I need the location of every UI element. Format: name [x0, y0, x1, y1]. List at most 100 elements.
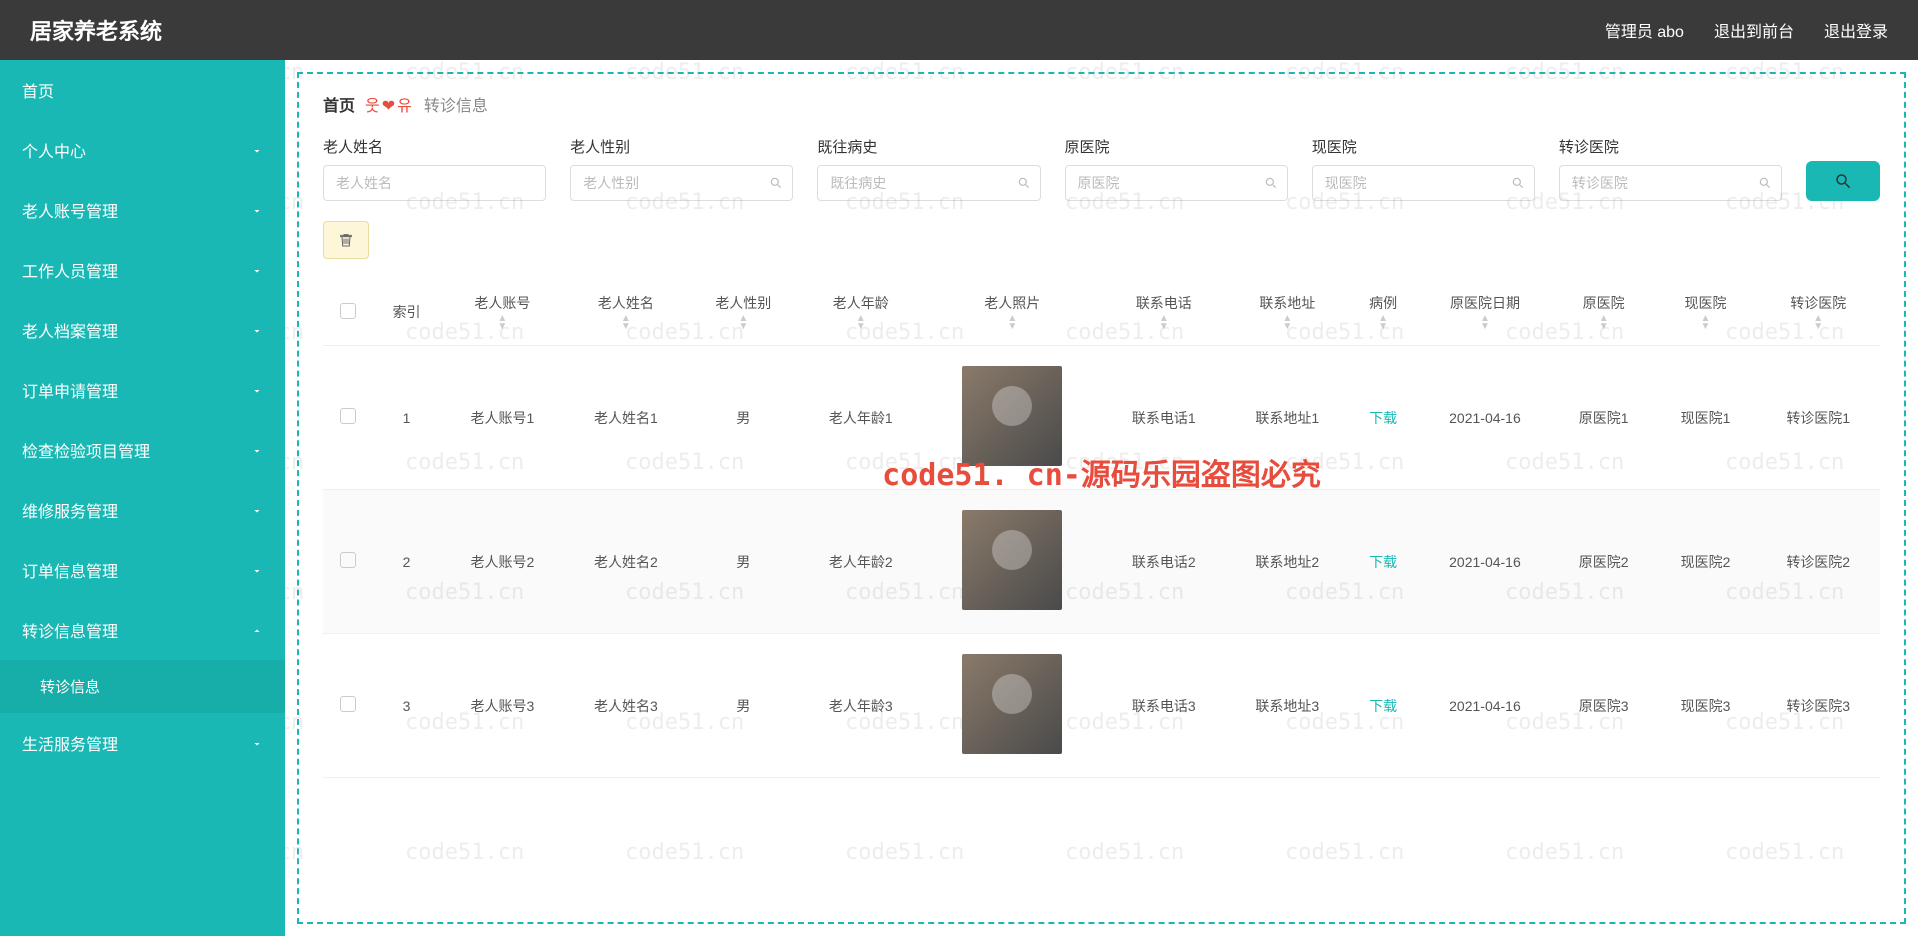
sidebar-item-1[interactable]: 个人中心: [0, 120, 285, 180]
sort-icon: ▲▼: [1357, 315, 1409, 331]
column-header-2[interactable]: 老人账号▲▼: [441, 279, 565, 346]
column-header-1: 索引: [373, 279, 441, 346]
sort-icon: ▲▼: [449, 315, 557, 331]
sidebar-item-4[interactable]: 老人档案管理: [0, 300, 285, 360]
download-link[interactable]: 下载: [1369, 554, 1397, 570]
chevron-down-icon: [251, 444, 263, 456]
search-icon: [1264, 176, 1278, 190]
admin-label[interactable]: 管理员 abo: [1605, 18, 1684, 42]
sidebar-item-6[interactable]: 检查检验项目管理: [0, 420, 285, 480]
sidebar-item-5[interactable]: 订单申请管理: [0, 360, 285, 420]
search-button[interactable]: [1806, 161, 1880, 201]
breadcrumb: 首页 웃❤유 转诊信息: [323, 92, 1880, 116]
elder-photo: [962, 654, 1062, 754]
search-icon: [1834, 172, 1852, 190]
sidebar-item-label: 订单申请管理: [22, 378, 118, 402]
search-icon: [769, 176, 783, 190]
sidebar-item-10[interactable]: 生活服务管理: [0, 713, 285, 773]
sidebar-item-label: 老人账号管理: [22, 198, 118, 222]
sidebar-item-7[interactable]: 维修服务管理: [0, 480, 285, 540]
sidebar-item-label: 订单信息管理: [22, 558, 118, 582]
column-header-9[interactable]: 病例▲▼: [1349, 279, 1417, 346]
filter-label-3: 原医院: [1065, 136, 1288, 157]
sidebar-item-label: 检查检验项目管理: [22, 438, 150, 462]
sidebar-item-0[interactable]: 首页: [0, 60, 285, 120]
filter-input-3[interactable]: [1065, 165, 1288, 201]
filter-bar: 老人姓名老人性别既往病史原医院现医院转诊医院: [323, 136, 1880, 201]
filter-input-4[interactable]: [1312, 165, 1535, 201]
chevron-down-icon: [251, 204, 263, 216]
delete-button[interactable]: [323, 221, 369, 259]
column-header-13[interactable]: 转诊医院▲▼: [1756, 279, 1880, 346]
sidebar-subitem-9-0[interactable]: 转诊信息: [0, 660, 285, 713]
table-row: 2老人账号2老人姓名2男老人年龄2联系电话2联系地址2下载2021-04-16原…: [323, 490, 1880, 634]
select-all-checkbox[interactable]: [340, 303, 356, 319]
filter-label-1: 老人性别: [570, 136, 793, 157]
column-header-8[interactable]: 联系地址▲▼: [1226, 279, 1350, 346]
table-row: 3老人账号3老人姓名3男老人年龄3联系电话3联系地址3下载2021-04-16原…: [323, 634, 1880, 778]
sort-icon: ▲▼: [1110, 315, 1218, 331]
column-header-5[interactable]: 老人年龄▲▼: [799, 279, 923, 346]
sort-icon: ▲▼: [807, 315, 915, 331]
sort-icon: ▲▼: [1764, 315, 1872, 331]
column-header-10[interactable]: 原医院日期▲▼: [1417, 279, 1553, 346]
sidebar-item-label: 维修服务管理: [22, 498, 118, 522]
filter-input-2[interactable]: [817, 165, 1040, 201]
sidebar-item-label: 生活服务管理: [22, 731, 118, 755]
main-content: code51.cncode51.cncode51.cncode51.cncode…: [285, 60, 1918, 936]
column-header-0: [323, 279, 373, 346]
filter-input-0[interactable]: [323, 165, 546, 201]
logout-link[interactable]: 退出登录: [1824, 18, 1888, 42]
sort-icon: ▲▼: [696, 315, 791, 331]
chevron-down-icon: [251, 564, 263, 576]
chevron-down-icon: [251, 504, 263, 516]
data-table: 索引老人账号▲▼老人姓名▲▼老人性别▲▼老人年龄▲▼老人照片▲▼联系电话▲▼联系…: [323, 279, 1880, 778]
chevron-down-icon: [251, 144, 263, 156]
header: 居家养老系统 管理员 abo 退出到前台 退出登录: [0, 0, 1918, 60]
filter-label-0: 老人姓名: [323, 136, 546, 157]
sidebar-item-2[interactable]: 老人账号管理: [0, 180, 285, 240]
column-header-4[interactable]: 老人性别▲▼: [688, 279, 799, 346]
chevron-down-icon: [251, 384, 263, 396]
breadcrumb-home[interactable]: 首页: [323, 92, 355, 116]
sort-icon: ▲▼: [1561, 315, 1647, 331]
breadcrumb-decoration-icon: 웃❤유: [365, 92, 414, 116]
sidebar-item-9[interactable]: 转诊信息管理: [0, 600, 285, 660]
elder-photo: [962, 510, 1062, 610]
chevron-down-icon: [251, 737, 263, 749]
table-row: 1老人账号1老人姓名1男老人年龄1联系电话1联系地址1下载2021-04-16原…: [323, 346, 1880, 490]
sidebar-item-label: 工作人员管理: [22, 258, 118, 282]
column-header-12[interactable]: 现医院▲▼: [1655, 279, 1757, 346]
column-header-7[interactable]: 联系电话▲▼: [1102, 279, 1226, 346]
sort-icon: ▲▼: [1425, 315, 1545, 331]
sidebar-item-label: 个人中心: [22, 138, 86, 162]
search-icon: [1017, 176, 1031, 190]
sort-icon: ▲▼: [931, 315, 1095, 331]
chevron-down-icon: [251, 324, 263, 336]
column-header-11[interactable]: 原医院▲▼: [1553, 279, 1655, 346]
row-checkbox[interactable]: [340, 552, 356, 568]
column-header-6[interactable]: 老人照片▲▼: [923, 279, 1103, 346]
sidebar: 首页个人中心老人账号管理工作人员管理老人档案管理订单申请管理检查检验项目管理维修…: [0, 60, 285, 936]
chevron-down-icon: [251, 264, 263, 276]
download-link[interactable]: 下载: [1369, 698, 1397, 714]
filter-input-5[interactable]: [1559, 165, 1782, 201]
filter-label-4: 现医院: [1312, 136, 1535, 157]
breadcrumb-current: 转诊信息: [424, 92, 488, 116]
app-title: 居家养老系统: [30, 14, 162, 46]
exit-frontend-link[interactable]: 退出到前台: [1714, 18, 1794, 42]
chevron-up-icon: [251, 624, 263, 636]
sidebar-item-8[interactable]: 订单信息管理: [0, 540, 285, 600]
sidebar-item-label: 首页: [22, 78, 54, 102]
sort-icon: ▲▼: [1234, 315, 1342, 331]
row-checkbox[interactable]: [340, 696, 356, 712]
download-link[interactable]: 下载: [1369, 410, 1397, 426]
sidebar-item-3[interactable]: 工作人员管理: [0, 240, 285, 300]
filter-label-2: 既往病史: [817, 136, 1040, 157]
search-icon: [1511, 176, 1525, 190]
elder-photo: [962, 366, 1062, 466]
column-header-3[interactable]: 老人姓名▲▼: [564, 279, 688, 346]
filter-input-1[interactable]: [570, 165, 793, 201]
row-checkbox[interactable]: [340, 408, 356, 424]
trash-icon: [338, 232, 354, 248]
